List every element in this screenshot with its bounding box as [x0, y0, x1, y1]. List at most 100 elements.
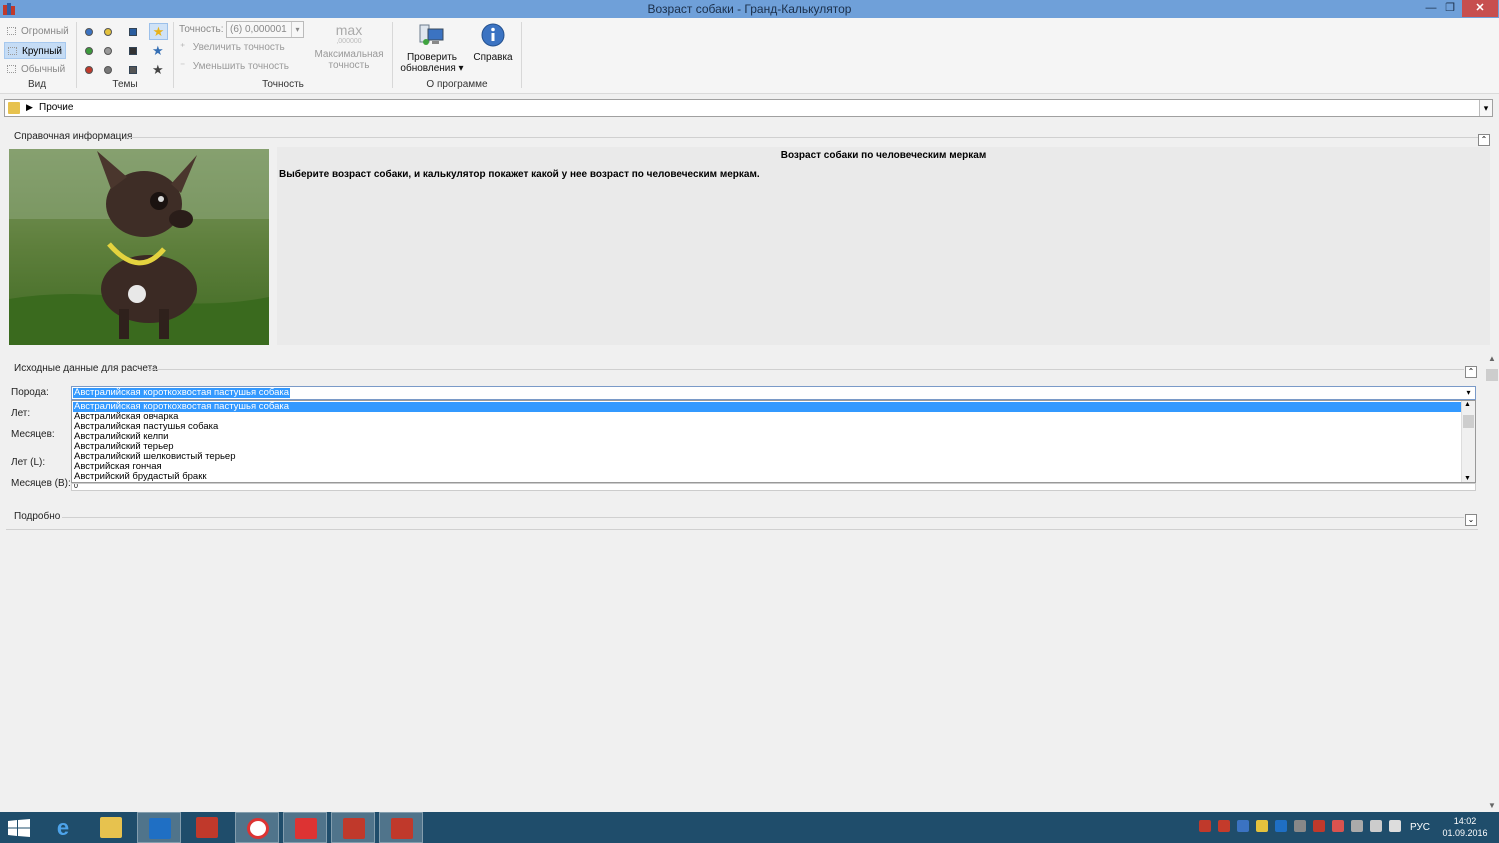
category-breadcrumb[interactable]: ▶ Прочие ▾ [4, 99, 1493, 117]
taskbar-explorer[interactable] [89, 812, 133, 843]
tray-signal-icon[interactable] [1389, 820, 1401, 832]
theme-dark-star-icon[interactable]: ★ [152, 63, 164, 76]
title-bar: Возраст собаки - Гранд-Калькулятор — ❐ ✕ [0, 0, 1499, 18]
taskbar-calculator-2[interactable] [331, 812, 375, 843]
restore-button[interactable]: ❐ [1443, 0, 1457, 17]
reference-title: Возраст собаки по человеческим меркам [780, 150, 987, 161]
view-large-button[interactable]: Крупный [4, 42, 66, 59]
theme-green-icon[interactable] [85, 47, 93, 55]
grand-calculator-icon [196, 817, 218, 838]
view-normal-label: Обычный [21, 64, 66, 75]
breed-label: Порода: [11, 387, 49, 398]
chevron-down-icon[interactable]: ▾ [1462, 387, 1475, 399]
minimize-button[interactable]: — [1424, 0, 1438, 17]
scroll-down-icon[interactable]: ▼ [1488, 801, 1496, 810]
list-item[interactable]: Австралийская пастушья собака [73, 422, 1462, 432]
list-item[interactable]: Австралийский терьер [73, 442, 1462, 452]
taskbar-calculator-1[interactable] [185, 812, 229, 843]
view-large-label: Крупный [22, 46, 62, 57]
reference-header: Справочная информация [14, 131, 133, 142]
list-item[interactable]: Австралийский келпи [73, 432, 1462, 442]
taskbar-yandex-browser[interactable] [235, 812, 279, 843]
view-normal-button[interactable]: Обычный [4, 61, 66, 78]
tray-display-icon[interactable] [1351, 820, 1363, 832]
scroll-thumb[interactable] [1463, 415, 1474, 428]
tray-calculator-icon[interactable] [1199, 820, 1211, 832]
details-header: Подробно [14, 511, 61, 522]
theme-blue-icon[interactable] [85, 28, 93, 36]
breed-selected-value: Австралийская короткохвостая пастушья со… [73, 387, 291, 398]
theme-blue-window-icon[interactable] [129, 28, 137, 36]
grand-calculator-icon [343, 818, 365, 839]
clock-time: 14:02 [1453, 816, 1477, 826]
grand-calculator-icon [391, 818, 413, 839]
list-item[interactable]: Австрийский брудастый бракк [73, 472, 1462, 482]
ribbon-separator [76, 22, 77, 88]
expand-details-button[interactable]: ⌄ [1465, 514, 1477, 526]
folder-icon [100, 817, 122, 838]
theme-gray-window-icon[interactable] [129, 66, 137, 74]
list-item[interactable]: Австралийская овчарка [73, 412, 1462, 422]
theme-yellow-icon[interactable] [104, 28, 112, 36]
collapse-reference-button[interactable]: ⌃ [1478, 134, 1490, 146]
chevron-down-icon[interactable]: ▾ [1479, 100, 1492, 116]
divider [62, 517, 1464, 518]
tray-volume-icon[interactable] [1294, 820, 1306, 832]
taskbar-yandex[interactable] [283, 812, 327, 843]
taskbar-calculator-3[interactable] [379, 812, 423, 843]
theme-gold-star-icon[interactable]: ★ [149, 23, 168, 40]
inputs-header: Исходные данные для расчета [14, 363, 158, 374]
theme-dark-window-icon[interactable] [129, 47, 137, 55]
tray-flag-icon[interactable] [1332, 820, 1344, 832]
list-scrollbar[interactable]: ▲ ▼ [1461, 401, 1475, 482]
months-b-label: Месяцев (B): [11, 478, 71, 489]
view-group-label: Вид [27, 79, 47, 90]
dog-photo [9, 149, 269, 345]
list-item[interactable]: Австралийская короткохвостая пастушья со… [73, 402, 1462, 412]
about-group-label: О программе [426, 79, 488, 90]
themes-group: ★ ★ ★ Темы [78, 20, 172, 92]
tray-app-icon[interactable] [1256, 820, 1268, 832]
collapse-inputs-button[interactable]: ⌃ [1465, 366, 1477, 378]
months-b-input[interactable]: 0 [71, 483, 1476, 491]
list-item[interactable]: Австралийский шелковистый терьер [73, 452, 1462, 462]
scroll-up-icon[interactable]: ▲ [1464, 401, 1471, 408]
theme-gray-icon[interactable] [104, 47, 112, 55]
language-indicator[interactable]: РУС [1410, 822, 1430, 833]
breed-dropdown-list[interactable]: Австралийская короткохвостая пастушья со… [71, 400, 1476, 483]
view-large-icon [8, 47, 17, 55]
tray-outlook-icon[interactable] [1275, 820, 1287, 832]
divider [148, 369, 1464, 370]
theme-silver-icon[interactable] [104, 66, 112, 74]
clock-date: 01.09.2016 [1442, 828, 1488, 838]
main-scrollbar[interactable]: ▲ ▼ [1485, 354, 1499, 810]
view-huge-button[interactable]: Огромный [4, 23, 69, 40]
internet-explorer-icon: e [56, 815, 70, 840]
chevron-right-icon: ▶ [26, 102, 33, 112]
ribbon-separator [521, 22, 522, 88]
folder-icon [8, 102, 20, 114]
breed-combobox[interactable]: Австралийская короткохвостая пастушья со… [71, 386, 1476, 400]
tray-speaker-muted-icon[interactable] [1370, 820, 1382, 832]
tray-antivirus-icon[interactable] [1313, 820, 1325, 832]
taskbar-outlook[interactable] [137, 812, 181, 843]
clock[interactable]: 14:02 01.09.2016 [1440, 815, 1490, 839]
reference-text: Выберите возраст собаки, и калькулятор п… [279, 169, 760, 180]
yandex-browser-icon [247, 818, 269, 839]
window-title: Возраст собаки - Гранд-Калькулятор [647, 2, 852, 16]
tray-pdf-icon[interactable] [1218, 820, 1230, 832]
close-button[interactable]: ✕ [1462, 0, 1498, 17]
precision-group-label: Точность [262, 79, 304, 90]
theme-blue-star-icon[interactable]: ★ [152, 44, 164, 57]
list-item[interactable]: Австрийская гончая [73, 462, 1462, 472]
years-l-label: Лет (L): [11, 457, 46, 468]
tray-network-icon[interactable] [1237, 820, 1249, 832]
windows-start-icon[interactable] [8, 819, 30, 837]
scroll-down-icon[interactable]: ▼ [1464, 475, 1471, 482]
theme-red-icon[interactable] [85, 66, 93, 74]
years-label: Лет: [11, 408, 31, 419]
yandex-icon [295, 818, 317, 839]
taskbar-ie[interactable]: e [41, 812, 85, 843]
scroll-up-icon[interactable]: ▲ [1488, 354, 1496, 363]
scroll-thumb[interactable] [1486, 369, 1498, 381]
